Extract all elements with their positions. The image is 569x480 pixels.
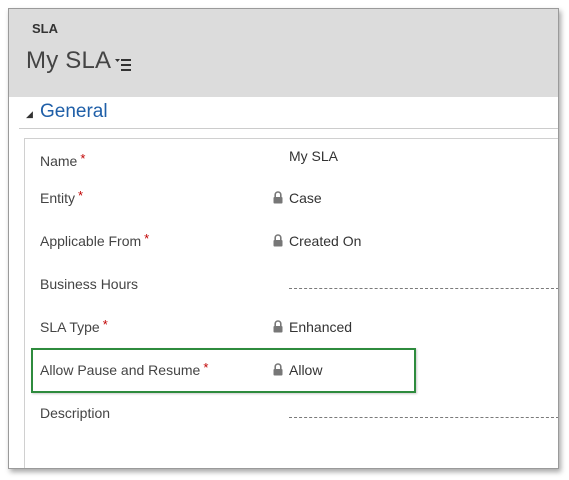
section-divider bbox=[19, 128, 558, 129]
field-row-description: Description bbox=[25, 395, 558, 425]
form-header: SLA My SLA bbox=[9, 9, 558, 97]
section-title: General bbox=[40, 101, 108, 122]
list-menu-icon[interactable] bbox=[115, 58, 131, 72]
lock-icon bbox=[273, 191, 283, 204]
field-row-entity: Entity * Case bbox=[40, 188, 322, 206]
field-label-business-hours: Business Hours bbox=[40, 276, 139, 292]
field-row-business-hours: Business Hours bbox=[25, 266, 558, 296]
field-row-name: Name * My SLA bbox=[25, 143, 558, 173]
entity-type-label: SLA bbox=[32, 21, 58, 36]
required-marker: * bbox=[203, 360, 209, 375]
field-label-name: Name * bbox=[40, 151, 86, 169]
sla-form-window: SLA My SLA ◢ General Name * My SLA Entity… bbox=[8, 8, 559, 469]
field-row-allow-pause-resume: Allow Pause and Resume * Allow bbox=[40, 360, 323, 378]
lock-icon bbox=[273, 234, 283, 247]
required-marker: * bbox=[144, 231, 150, 246]
field-label-applicable-from: Applicable From * bbox=[40, 231, 150, 249]
general-section-body: Name * My SLA Entity * Case Applicable Fro… bbox=[24, 138, 558, 468]
required-marker: * bbox=[80, 151, 86, 166]
field-label-allow-pause-resume: Allow Pause and Resume * bbox=[40, 360, 209, 378]
business-hours-input[interactable] bbox=[289, 288, 558, 289]
lock-icon bbox=[273, 320, 283, 333]
field-value-name[interactable]: My SLA bbox=[289, 148, 338, 164]
field-label-description: Description bbox=[40, 405, 111, 421]
description-input[interactable] bbox=[289, 417, 558, 418]
collapse-arrow-icon[interactable]: ◢ bbox=[26, 109, 33, 120]
record-title: My SLA bbox=[26, 47, 112, 74]
field-label-sla-type: SLA Type * bbox=[40, 317, 108, 335]
lock-icon bbox=[273, 363, 283, 376]
field-label-entity: Entity * bbox=[40, 188, 84, 206]
required-marker: * bbox=[78, 188, 84, 203]
required-marker: * bbox=[102, 317, 108, 332]
field-row-applicable-from: Applicable From * Created On bbox=[40, 231, 362, 249]
field-row-sla-type: SLA Type * Enhanced bbox=[40, 317, 353, 335]
